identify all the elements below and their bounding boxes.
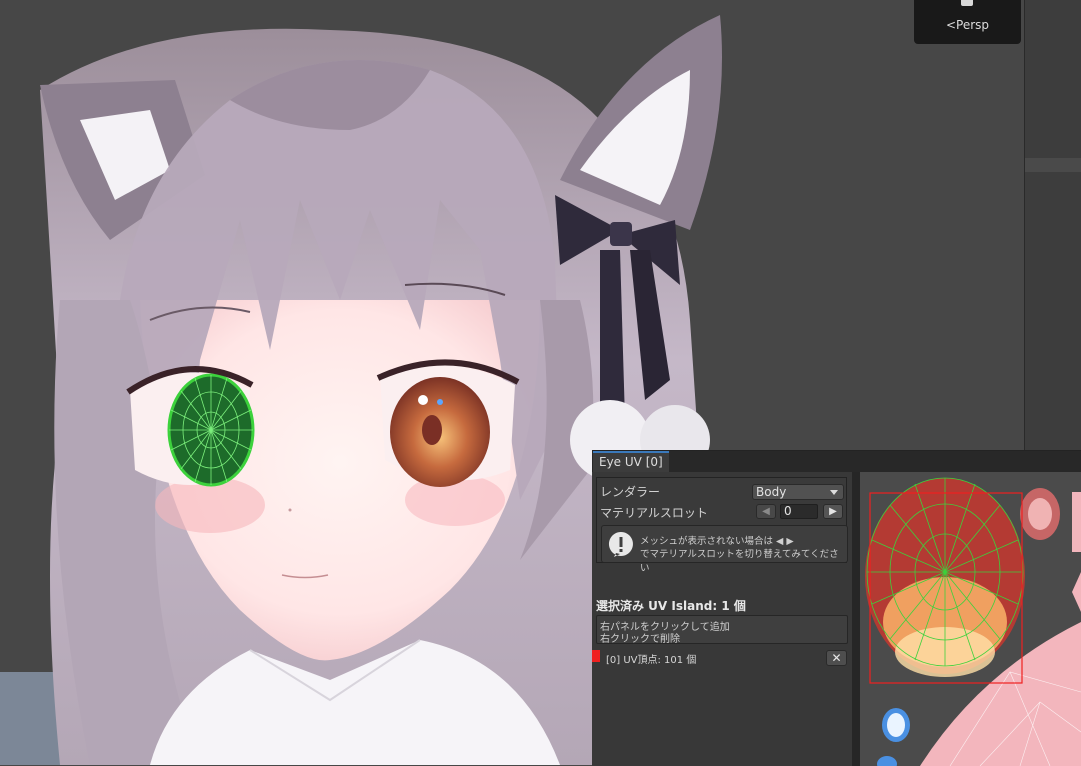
renderer-settings-box: レンダラー Body マテリアルスロット ◀ 0 ▶ メッシュが表示されない場合… xyxy=(596,477,848,574)
island-color-swatch xyxy=(592,650,600,662)
warning-icon xyxy=(608,532,633,557)
renderer-value: Body xyxy=(756,485,787,499)
tab-eye-uv[interactable]: Eye UV [0] xyxy=(593,451,669,472)
scene-side-strip xyxy=(1024,0,1081,450)
view-cube-icon[interactable] xyxy=(961,0,973,6)
uv-preview-panel[interactable] xyxy=(860,472,1081,766)
arrow-left-icon[interactable]: ◀ xyxy=(756,504,776,519)
persp-toggle[interactable]: <Persp xyxy=(914,18,1021,32)
hint-box: 右パネルをクリックして追加 右クリックで削除 xyxy=(596,615,848,645)
selected-islands-heading: 選択済み UV Island: 1 個 xyxy=(596,599,746,613)
renderer-label: レンダラー xyxy=(600,485,661,499)
list-item[interactable]: [0] UV頂点: 101 個 ✕ xyxy=(592,647,852,667)
renderer-dropdown[interactable]: Body xyxy=(752,484,844,500)
scene-side-bar xyxy=(1025,158,1081,172)
hint-line-2: 右クリックで削除 xyxy=(600,634,680,645)
material-slot-field[interactable]: 0 xyxy=(780,504,818,519)
window-tabbar: Eye UV [0] xyxy=(592,451,1081,472)
view-gizmo[interactable]: <Persp xyxy=(914,0,1021,44)
material-slot-label: マテリアルスロット xyxy=(600,506,708,520)
close-icon[interactable]: ✕ xyxy=(826,650,847,666)
uv-texture-view[interactable] xyxy=(860,472,1081,766)
help-line-2: でマテリアルスロットを切り替えてみてください xyxy=(640,549,839,574)
dropdown-caret-icon xyxy=(830,490,838,495)
help-box: メッシュが表示されない場合は ◀ ▶ でマテリアルスロットを切り替えてみてくださ… xyxy=(601,525,848,574)
settings-pane: レンダラー Body マテリアルスロット ◀ 0 ▶ メッシュが表示されない場合… xyxy=(592,472,852,766)
help-line-1: メッシュが表示されない場合は ◀ ▶ xyxy=(640,536,794,547)
pane-divider[interactable] xyxy=(852,472,860,766)
eye-uv-window: Eye UV [0] レンダラー Body マテリアルスロット ◀ 0 ▶ メッ… xyxy=(592,450,1081,766)
island-label: [0] UV頂点: 101 個 xyxy=(606,655,697,666)
arrow-right-icon[interactable]: ▶ xyxy=(823,504,843,519)
